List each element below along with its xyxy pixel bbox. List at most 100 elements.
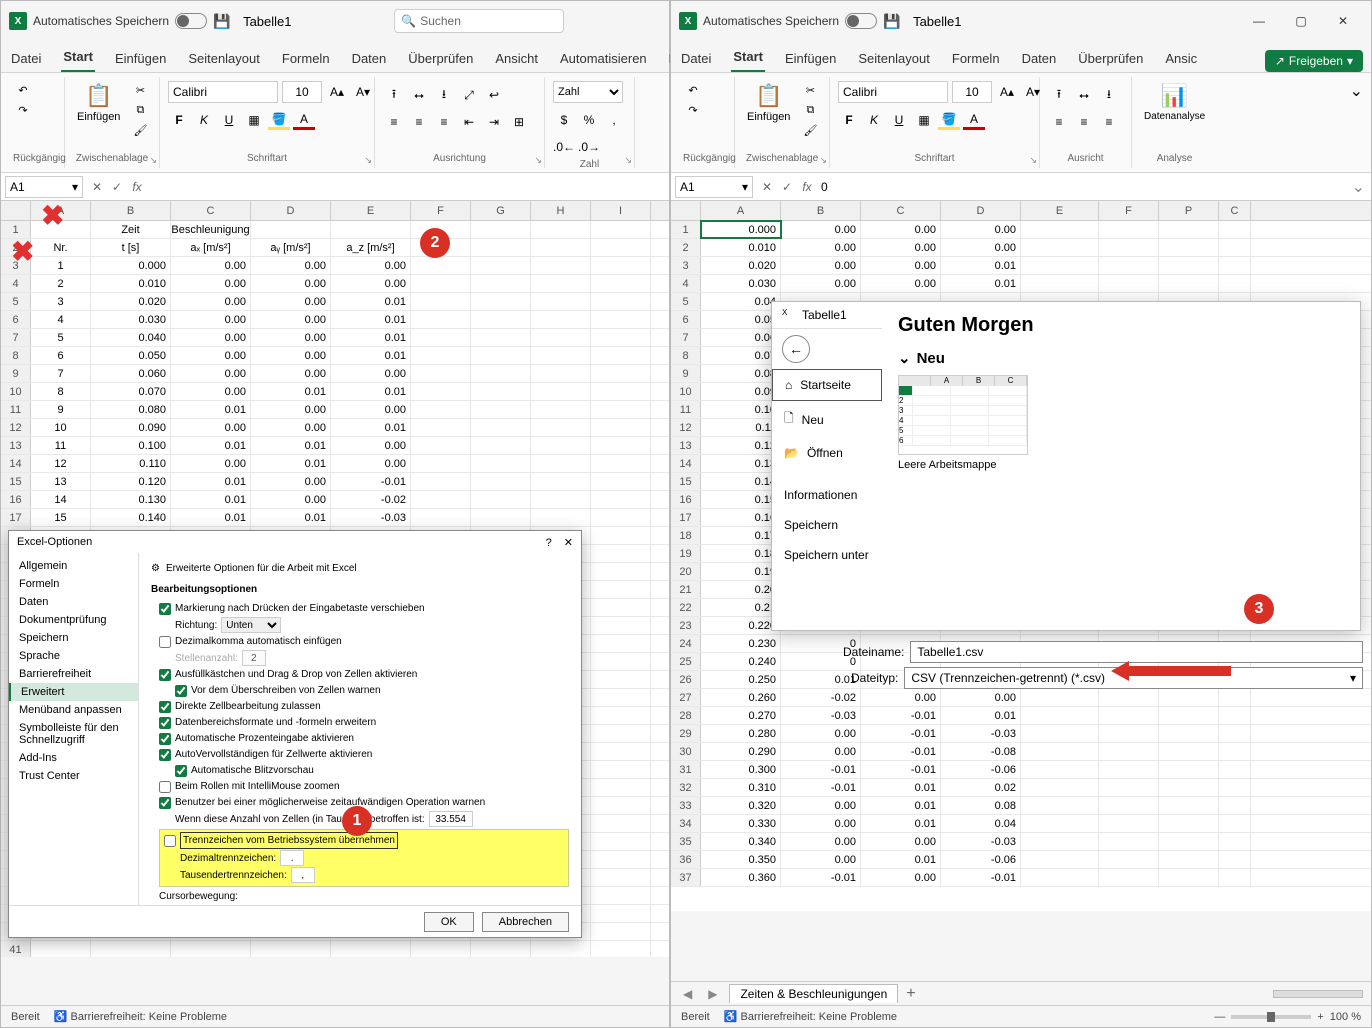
cell[interactable] bbox=[1099, 707, 1159, 724]
cell[interactable] bbox=[591, 851, 651, 868]
cell[interactable]: 0.00 bbox=[331, 455, 411, 472]
increase-font-button[interactable]: A▴ bbox=[996, 82, 1018, 102]
cell[interactable] bbox=[31, 221, 91, 238]
cell[interactable]: 0.120 bbox=[91, 473, 171, 490]
cell[interactable] bbox=[591, 779, 651, 796]
row-header[interactable]: 22 bbox=[671, 599, 701, 616]
cell[interactable] bbox=[171, 941, 251, 957]
sheet-nav-prev[interactable]: ◀ bbox=[679, 987, 696, 1001]
cell[interactable] bbox=[591, 923, 651, 940]
cell[interactable]: 10 bbox=[31, 419, 91, 436]
cell[interactable]: 0.230 bbox=[701, 635, 781, 652]
cell[interactable] bbox=[1021, 743, 1099, 760]
cell[interactable] bbox=[1219, 779, 1251, 796]
cell[interactable] bbox=[411, 293, 471, 310]
cell[interactable]: 0.01 bbox=[171, 491, 251, 508]
cell[interactable] bbox=[531, 275, 591, 292]
cell[interactable] bbox=[1099, 761, 1159, 778]
cancel-icon[interactable]: ✕ bbox=[757, 180, 777, 194]
cell[interactable]: 0.01 bbox=[251, 455, 331, 472]
column-header[interactable]: E bbox=[1021, 201, 1099, 220]
cell[interactable]: 0.00 bbox=[331, 365, 411, 382]
cell[interactable]: 0.08 bbox=[941, 797, 1021, 814]
cell[interactable] bbox=[591, 797, 651, 814]
row-header[interactable]: 20 bbox=[671, 563, 701, 580]
row-header[interactable]: 5 bbox=[1, 293, 31, 310]
cell[interactable] bbox=[591, 293, 651, 310]
column-header[interactable]: I bbox=[591, 201, 651, 220]
cell[interactable] bbox=[591, 581, 651, 598]
cell[interactable]: 0.020 bbox=[701, 257, 781, 274]
options-nav-daten[interactable]: Daten bbox=[9, 593, 138, 611]
cell[interactable] bbox=[1159, 743, 1219, 760]
cell[interactable]: 0.000 bbox=[701, 221, 781, 238]
cell[interactable]: 0.21 bbox=[701, 599, 781, 616]
cell[interactable] bbox=[471, 383, 531, 400]
cell[interactable]: 0.00 bbox=[861, 221, 941, 238]
increase-decimal-button[interactable]: .0← bbox=[553, 137, 575, 157]
row-header[interactable]: 12 bbox=[671, 419, 701, 436]
options-nav-sprache[interactable]: Sprache bbox=[9, 647, 138, 665]
cell[interactable]: 0.00 bbox=[171, 329, 251, 346]
decimal-separator-input[interactable] bbox=[280, 850, 304, 866]
row-header[interactable]: 15 bbox=[671, 473, 701, 490]
row-header[interactable]: 21 bbox=[671, 581, 701, 598]
cell[interactable]: -0.06 bbox=[941, 851, 1021, 868]
number-format-select[interactable]: Zahl bbox=[553, 81, 623, 103]
ribbon-tab-daten[interactable]: Daten bbox=[350, 45, 389, 72]
row-header[interactable]: 25 bbox=[671, 653, 701, 670]
cell[interactable]: 0.00 bbox=[861, 239, 941, 256]
ribbon-tab-seitenlayout[interactable]: Seitenlayout bbox=[186, 45, 262, 72]
cell[interactable]: 0.01 bbox=[331, 383, 411, 400]
search-box[interactable]: 🔍 Suchen bbox=[394, 9, 564, 33]
underline-button[interactable]: U bbox=[888, 110, 910, 130]
backstage-save-as[interactable]: Speichern unter bbox=[772, 540, 882, 570]
row-header[interactable]: 4 bbox=[1, 275, 31, 292]
cut-button[interactable]: ✂ bbox=[800, 81, 820, 99]
cell[interactable]: 0.340 bbox=[701, 833, 781, 850]
cell[interactable] bbox=[1021, 221, 1099, 238]
cell[interactable] bbox=[331, 221, 411, 238]
save-icon[interactable]: 💾 bbox=[883, 12, 901, 30]
decrease-font-button[interactable]: A▾ bbox=[352, 82, 374, 102]
ribbon-chevron-icon[interactable]: ⌄ bbox=[1350, 83, 1363, 100]
row-header[interactable]: 17 bbox=[1, 509, 31, 526]
cell[interactable] bbox=[531, 455, 591, 472]
cell[interactable]: 0.00 bbox=[251, 347, 331, 364]
cell[interactable]: 0.030 bbox=[701, 275, 781, 292]
cell[interactable] bbox=[1219, 221, 1251, 238]
cell[interactable] bbox=[591, 455, 651, 472]
cell[interactable]: 0.250 bbox=[701, 671, 781, 688]
cell[interactable] bbox=[531, 257, 591, 274]
cell[interactable] bbox=[1021, 239, 1099, 256]
cell[interactable]: 0.00 bbox=[251, 365, 331, 382]
row-header[interactable]: 32 bbox=[671, 779, 701, 796]
cell[interactable] bbox=[91, 941, 171, 957]
cell[interactable]: 0.00 bbox=[171, 311, 251, 328]
cell[interactable] bbox=[411, 275, 471, 292]
cell[interactable]: 0.16 bbox=[701, 509, 781, 526]
row-header[interactable]: 36 bbox=[671, 851, 701, 868]
cell[interactable] bbox=[411, 257, 471, 274]
redo-button[interactable]: ↷ bbox=[13, 101, 33, 119]
cell[interactable] bbox=[1159, 797, 1219, 814]
cell[interactable]: -0.01 bbox=[781, 779, 861, 796]
cell[interactable]: 0.01 bbox=[331, 329, 411, 346]
cell[interactable]: 0.01 bbox=[331, 419, 411, 436]
options-nav-formeln[interactable]: Formeln bbox=[9, 575, 138, 593]
cell[interactable] bbox=[591, 653, 651, 670]
cell[interactable] bbox=[531, 491, 591, 508]
cell[interactable]: 0.110 bbox=[91, 455, 171, 472]
backstage-home[interactable]: ⌂Startseite bbox=[772, 369, 882, 401]
cell[interactable] bbox=[531, 941, 591, 957]
cell-count-input[interactable] bbox=[429, 811, 473, 827]
cell[interactable] bbox=[1099, 689, 1159, 706]
cell[interactable]: 0.17 bbox=[701, 527, 781, 544]
cell[interactable]: 0.00 bbox=[251, 311, 331, 328]
ribbon-tab-überprüfen[interactable]: Überprüfen bbox=[1076, 45, 1145, 72]
cell[interactable] bbox=[411, 437, 471, 454]
merge-button[interactable]: ⊞ bbox=[508, 112, 530, 132]
cell[interactable] bbox=[1219, 689, 1251, 706]
row-header[interactable]: 12 bbox=[1, 419, 31, 436]
autosave-toggle[interactable] bbox=[845, 13, 877, 29]
